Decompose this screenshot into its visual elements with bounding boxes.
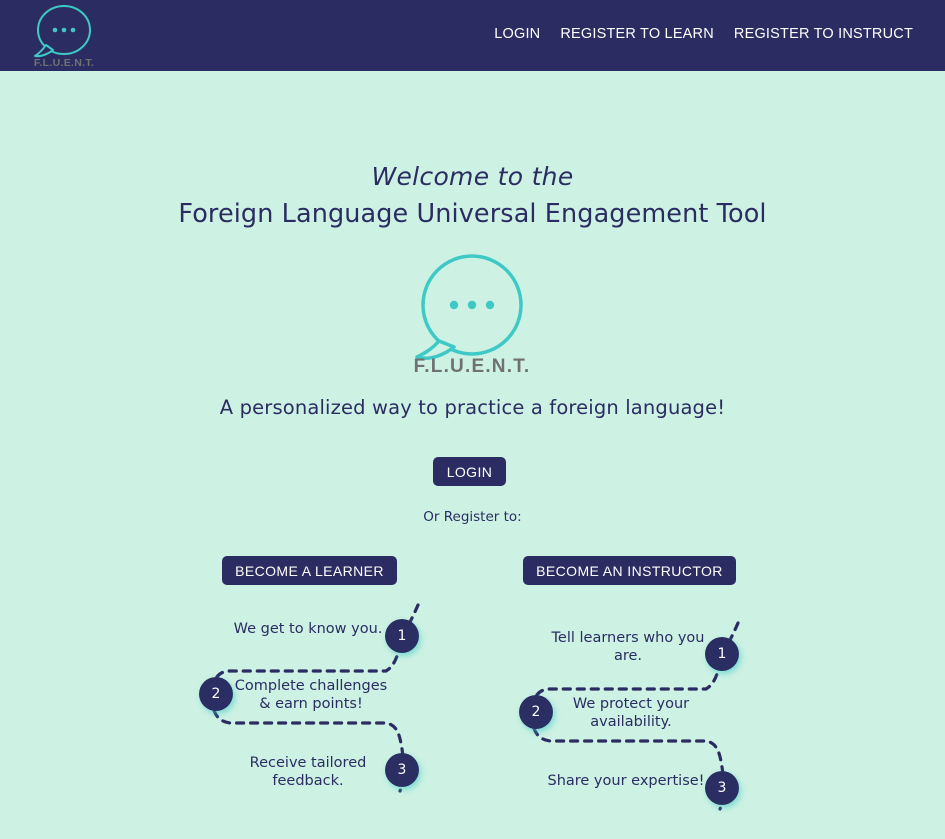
become-a-learner-button[interactable]: BECOME A LEARNER: [222, 556, 397, 585]
instructor-step-2-line2: availability.: [590, 714, 672, 730]
main-nav: LOGIN REGISTER TO LEARN REGISTER TO INST…: [494, 26, 913, 42]
instructor-step-2-text: We protect your availability.: [548, 695, 714, 731]
instructor-step-1-text: Tell learners who you are.: [544, 629, 712, 665]
instructor-steps-flow: 1 2 3 Tell learners who you are. We prot…: [510, 609, 750, 839]
header-logo[interactable]: F.L.U.E.N.T.: [22, 2, 106, 69]
nav-register-instruct[interactable]: REGISTER TO INSTRUCT: [734, 26, 913, 42]
learner-step-3-line2: feedback.: [272, 773, 344, 789]
learner-step-1-text: We get to know you.: [233, 621, 383, 637]
instructor-step-1-line1: Tell learners who you: [551, 630, 705, 646]
learner-step-3-text: Receive tailored feedback.: [228, 754, 388, 790]
learner-steps-flow: 1 2 3 We get to know you. Complete chall…: [190, 591, 430, 821]
svg-text:F.L.U.E.N.T.: F.L.U.E.N.T.: [34, 57, 94, 69]
learner-step-2-line1: Complete challenges: [234, 678, 388, 694]
hero-logo: F.L.U.E.N.T.: [396, 249, 548, 377]
tagline: A personalized way to practice a foreign…: [219, 396, 726, 419]
instructor-step-1-line2: are.: [613, 648, 643, 664]
instructor-step-3-text: Share your expertise!: [547, 773, 705, 789]
learner-step-2-line2: & earn points!: [259, 696, 363, 712]
nav-login[interactable]: LOGIN: [494, 26, 540, 42]
hero-logo-wordmark: F.L.U.E.N.T.: [414, 356, 531, 374]
welcome-headline-line1: Welcome to the: [371, 162, 574, 191]
nav-register-learn[interactable]: REGISTER TO LEARN: [560, 26, 714, 42]
main-content: Welcome to the Foreign Language Universa…: [0, 71, 945, 839]
or-register-label: Or Register to:: [423, 509, 522, 525]
login-button[interactable]: LOGIN: [433, 457, 506, 486]
learner-step-2-text: Complete challenges & earn points!: [228, 677, 394, 713]
learner-step-1-number: 1: [397, 628, 407, 644]
instructor-step-2-line1: We protect your: [572, 696, 690, 712]
become-an-instructor-button[interactable]: BECOME AN INSTRUCTOR: [523, 556, 736, 585]
learner-step-3-number: 3: [397, 762, 407, 778]
learner-step-3-line1: Receive tailored: [249, 755, 367, 771]
speech-bubble-icon: F.L.U.E.N.T.: [414, 254, 531, 377]
site-header: F.L.U.E.N.T. LOGIN REGISTER TO LEARN REG…: [0, 0, 945, 71]
page-title: Foreign Language Universal Engagement To…: [178, 199, 767, 229]
speech-bubble-icon: F.L.U.E.N.T.: [34, 5, 94, 69]
